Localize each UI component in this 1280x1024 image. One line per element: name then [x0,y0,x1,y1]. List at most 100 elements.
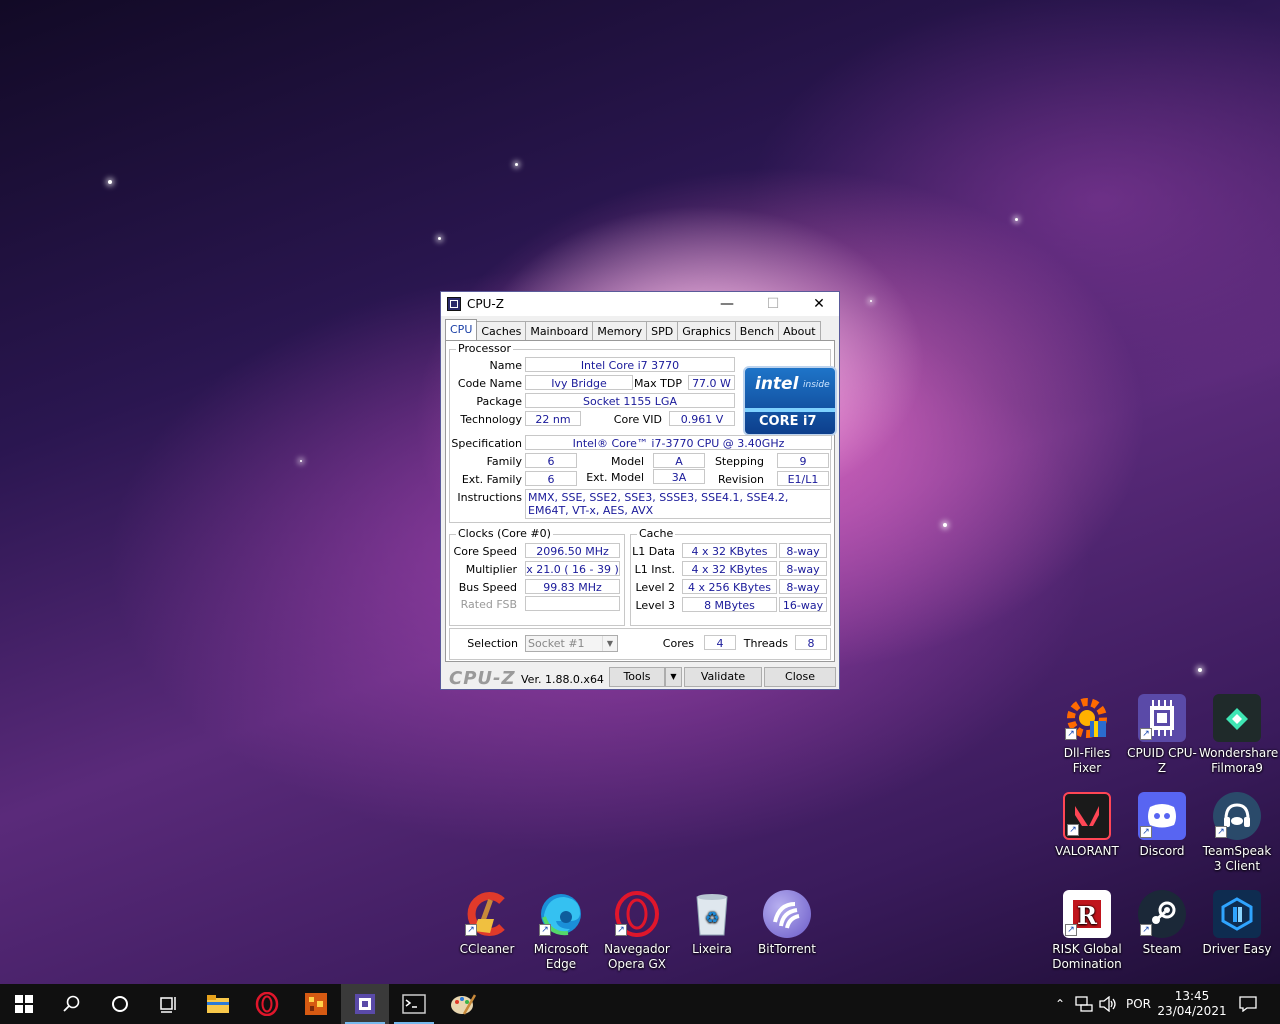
cpuz-icon: ↗ [1138,694,1186,742]
family-label: Family [486,455,522,468]
maximize-button[interactable]: ☐ [751,292,795,316]
taskbar-opera-gx[interactable] [243,984,291,1024]
desktop-icon-lixeira[interactable]: ♻ Lixeira [674,890,750,957]
folder-icon [207,995,229,1013]
chevron-down-icon: ▼ [602,636,617,651]
taskbar-cpuz[interactable] [341,984,389,1024]
discord-icon: ↗ [1138,792,1186,840]
desktop-icon-ccleaner[interactable]: ↗ CCleaner [449,890,525,957]
taskbar-paint[interactable] [439,984,487,1024]
validate-button[interactable]: Validate [684,667,762,687]
start-button[interactable] [0,984,48,1024]
clock[interactable]: 13:45 23/04/2021 [1157,984,1227,1024]
title-bar[interactable]: CPU-Z — ☐ ✕ [441,292,839,316]
cache-group-label: Cache [637,527,676,540]
spec-label: Specification [451,437,522,450]
chevron-up-icon: ⌃ [1054,997,1066,1011]
desktop-icon-opera-gx[interactable]: ↗ Navegador Opera GX [599,890,675,972]
bittorrent-icon [763,890,811,938]
star [438,237,441,240]
selection-group: Selection Socket #1 ▼ Cores 4 Threads 8 [449,628,831,660]
stepping-value: 9 [777,453,829,468]
task-view-button[interactable] [144,984,192,1024]
star [300,460,302,462]
star [1015,218,1018,221]
desktop-icon-filmora[interactable]: Wondershare Filmora9 [1199,694,1279,776]
tab-bench[interactable]: Bench [734,321,780,340]
tab-mainboard[interactable]: Mainboard [525,321,594,340]
codename-label: Code Name [457,377,522,390]
caret-down-icon: ▼ [670,672,677,681]
cache-row-label: Level 2 [635,581,675,594]
tab-graphics[interactable]: Graphics [677,321,736,340]
desktop-icon-cpuid-cpu-z[interactable]: ↗ CPUID CPU-Z [1124,694,1200,776]
paint-palette-icon [451,994,476,1015]
desktop-icon-discord[interactable]: ↗ Discord [1124,792,1200,859]
notification-center-button[interactable] [1236,984,1260,1024]
desktop-icon-driver-easy[interactable]: Driver Easy [1199,890,1275,957]
clocks-group: Clocks (Core #0) Core Speed 2096.50 MHz … [449,527,625,626]
clocks-group-label: Clocks (Core #0) [456,527,553,540]
tab-spd[interactable]: SPD [646,321,679,340]
teamspeak-icon: ↗ [1213,792,1261,840]
desktop-icon-label: RISK Global Domination [1052,942,1122,971]
revision-label: Revision [718,473,764,486]
show-hidden-icons-button[interactable]: ⌃ [1052,984,1068,1024]
corespeed-value: 2096.50 MHz [525,543,620,558]
desktop-icon-valorant[interactable]: ↗ VALORANT [1049,792,1125,859]
tools-button[interactable]: Tools [609,667,665,687]
name-value: Intel Core i7 3770 [525,357,735,372]
desktop-icon-risk[interactable]: R ↗ RISK Global Domination [1049,890,1125,972]
svg-text:♻: ♻ [705,908,719,927]
cortana-circle-icon [112,996,128,1012]
revision-value: E1/L1 [777,471,829,486]
window-footer: CPU-Z Ver. 1.88.0.x64 Tools ▼ Validate C… [441,666,839,690]
volume-icon[interactable] [1099,984,1117,1024]
close-button[interactable]: Close [764,667,836,687]
taskbar-file-explorer[interactable] [194,984,242,1024]
desktop-icon-label: Lixeira [692,942,732,956]
search-button[interactable] [48,984,96,1024]
taskbar-pixel-app[interactable] [292,984,340,1024]
taskbar-terminal[interactable] [390,984,438,1024]
notification-icon [1239,996,1257,1012]
tools-dropdown-button[interactable]: ▼ [665,667,682,687]
desktop-icon-label: Wondershare Filmora9 [1199,746,1279,775]
cache-row-label: L1 Data [632,545,675,558]
taskbar: ⌃ POR 13:45 23/04/2021 [0,984,1280,1024]
cache-row-way: 8-way [779,561,827,576]
intel-logo-band [745,408,835,412]
cortana-button[interactable] [96,984,144,1024]
tab-about[interactable]: About [778,321,821,340]
socket-select[interactable]: Socket #1 ▼ [525,635,618,652]
shortcut-arrow-icon: ↗ [1140,826,1152,838]
filmora-icon [1213,694,1261,742]
desktop-icon-dll-files-fixer[interactable]: ↗ Dll-Files Fixer [1049,694,1125,776]
instructions-value: MMX, SSE, SSE2, SSE3, SSSE3, SSE4.1, SSE… [525,489,831,519]
network-icon[interactable] [1075,984,1093,1024]
input-language-indicator[interactable]: POR [1126,984,1151,1024]
desktop-icon-teamspeak[interactable]: ↗ TeamSpeak 3 Client [1199,792,1275,874]
desktop-icon-steam[interactable]: ↗ Steam [1124,890,1200,957]
opera-gx-icon [255,992,279,1016]
cpu-tab-panel: Processor Name Intel Core i7 3770 Code N… [445,340,837,662]
minimize-button[interactable]: — [705,292,749,316]
star [870,300,872,302]
name-label: Name [489,359,522,372]
close-window-button[interactable]: ✕ [797,292,841,316]
tab-caches[interactable]: Caches [476,321,527,340]
cache-row-label: Level 3 [635,599,675,612]
terminal-icon [402,994,426,1014]
clock-date: 23/04/2021 [1157,1004,1227,1018]
threads-value: 8 [795,635,827,650]
tab-memory[interactable]: Memory [592,321,648,340]
cache-row-way: 8-way [779,579,827,594]
technology-value: 22 nm [525,411,581,426]
shortcut-arrow-icon: ↗ [1065,728,1077,740]
cache-row-size: 4 x 32 KBytes [682,543,777,558]
tab-cpu[interactable]: CPU [445,319,478,340]
star [943,523,947,527]
desktop-icon-bittorrent[interactable]: BitTorrent [749,890,825,957]
busspeed-value: 99.83 MHz [525,579,620,594]
desktop-icon-edge[interactable]: ↗ Microsoft Edge [523,890,599,972]
